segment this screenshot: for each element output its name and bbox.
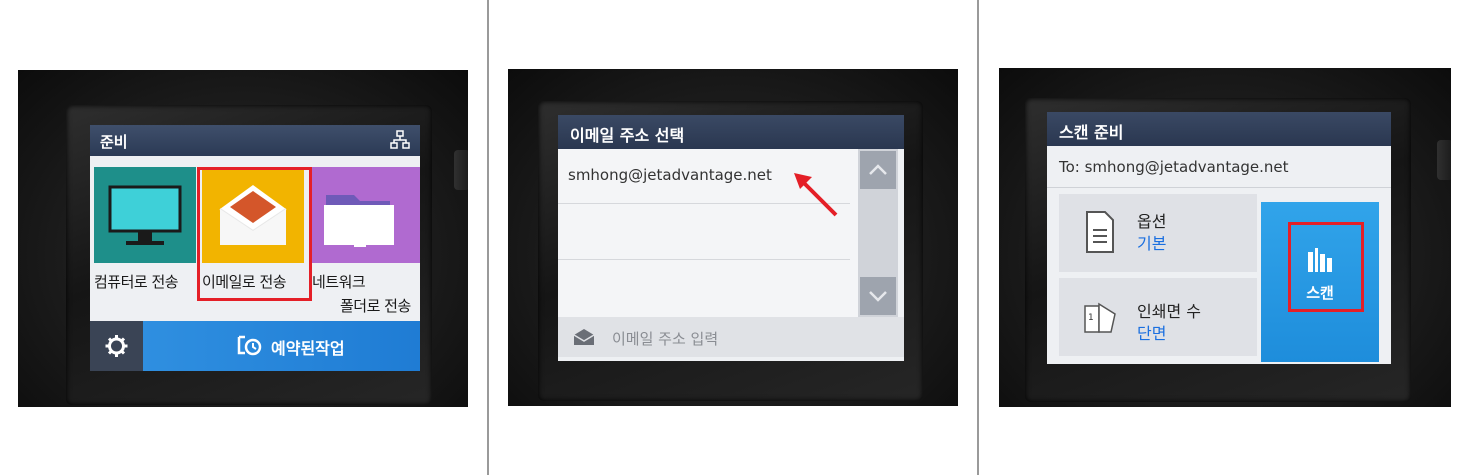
- address-text: smhong@jetadvantage.net: [568, 166, 772, 184]
- address-row[interactable]: [558, 261, 850, 316]
- panel-divider-2: [977, 0, 979, 475]
- sides-icon: 1: [1084, 302, 1116, 333]
- bottom-bar: 예약된작업: [90, 321, 420, 371]
- print-sides-button[interactable]: 1 인쇄면 수 단면: [1059, 278, 1257, 356]
- hardware-side-button[interactable]: [454, 150, 468, 190]
- send-to-computer-tile[interactable]: [94, 167, 196, 263]
- highlight-email-tile: [197, 167, 312, 301]
- screen-title: 이메일 주소 선택: [570, 126, 685, 145]
- scheduled-jobs-button[interactable]: 예약된작업: [143, 321, 420, 371]
- title-bar: 스캔 준비: [1047, 112, 1391, 146]
- send-to-computer-label: 컴퓨터로 전송: [94, 273, 179, 291]
- email-address-input[interactable]: 이메일 주소 입력: [558, 317, 904, 357]
- scroll-up-button[interactable]: [860, 151, 896, 189]
- panel-2-photo: 이메일 주소 선택 smhong@jetadvantage.net 이메일 주소…: [508, 69, 958, 406]
- options-value: 기본: [1137, 234, 1167, 253]
- svg-text:1: 1: [1088, 313, 1094, 323]
- send-to-network-folder-tile[interactable]: [310, 167, 420, 263]
- send-to-network-folder-label-line2: 폴더로 전송: [340, 297, 411, 315]
- hardware-side-button[interactable]: [1437, 140, 1451, 180]
- settings-button[interactable]: [90, 321, 143, 371]
- highlight-scan-button: [1288, 222, 1364, 312]
- scroll-down-button[interactable]: [860, 277, 896, 315]
- scheduled-jobs-label: 예약된작업: [271, 339, 345, 358]
- screen-title: 준비: [100, 133, 128, 151]
- title-bar: 준비: [90, 125, 420, 156]
- title-bar: 이메일 주소 선택: [558, 115, 904, 149]
- screen-title: 스캔 준비: [1059, 123, 1124, 142]
- folder-icon: [324, 195, 394, 247]
- print-sides-label: 인쇄면 수: [1137, 302, 1201, 321]
- gear-icon: [105, 335, 128, 357]
- panel-divider-1: [487, 0, 489, 475]
- network-icon: [390, 130, 410, 149]
- chevron-up-icon: [869, 164, 887, 175]
- send-to-network-folder-label-line1: 네트워크: [312, 273, 366, 291]
- chevron-down-icon: [869, 291, 887, 302]
- arrow-annotation-icon: [794, 173, 838, 217]
- recipient-text: To: smhong@jetadvantage.net: [1059, 158, 1289, 176]
- email-input-placeholder: 이메일 주소 입력: [612, 330, 719, 348]
- options-button[interactable]: 옵션 기본: [1059, 194, 1257, 272]
- envelope-icon: [573, 329, 595, 345]
- recipient-line[interactable]: To: smhong@jetadvantage.net: [1047, 146, 1391, 188]
- document-icon: [1086, 211, 1114, 253]
- print-sides-value: 단면: [1137, 324, 1167, 343]
- scheduled-jobs-icon: [237, 335, 262, 356]
- panel-3-photo: 스캔 준비 To: smhong@jetadvantage.net 옵션 기본 …: [999, 68, 1451, 407]
- options-label: 옵션: [1137, 212, 1167, 231]
- email-select-screen: 이메일 주소 선택 smhong@jetadvantage.net 이메일 주소…: [558, 115, 904, 361]
- monitor-icon: [108, 185, 182, 245]
- list-scrollbar[interactable]: [858, 149, 898, 317]
